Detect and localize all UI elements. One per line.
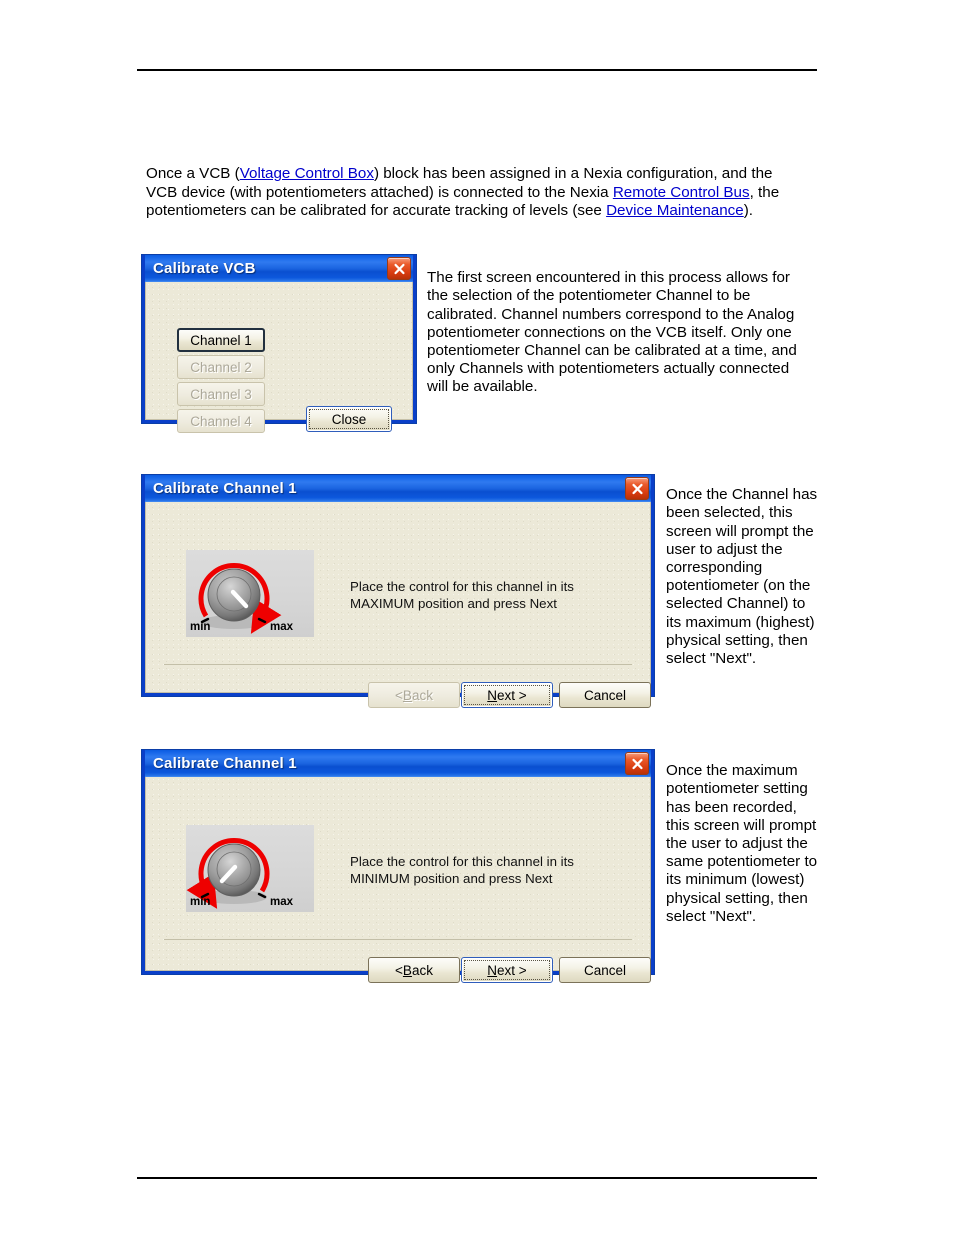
calibrate-channel-min-dialog: Calibrate Channel 1 min max Place the co… (141, 749, 655, 983)
footer-rule (137, 1177, 817, 1179)
cancel-button[interactable]: Cancel (559, 682, 651, 708)
knob-illustration-max: min max (186, 550, 314, 637)
dialog-body: Channel 1 Channel 2 Channel 3 Channel 4 … (145, 282, 413, 433)
titlebar[interactable]: Calibrate Channel 1 (145, 475, 651, 502)
dialog-title: Calibrate Channel 1 (153, 755, 297, 772)
close-button[interactable]: Close (306, 406, 392, 432)
intro-text-4: ). (743, 202, 753, 220)
calibrate-channel-max-dialog: Calibrate Channel 1 min max Place the co… (141, 474, 655, 708)
header-rule (137, 69, 817, 71)
note-calibrate-max: Once the Channel has been selected, this… (666, 486, 818, 668)
channel-2-button: Channel 2 (177, 355, 265, 379)
cancel-button[interactable]: Cancel (559, 957, 651, 983)
instruction-line-2: MINIMUM position and press Next (350, 871, 553, 886)
titlebar[interactable]: Calibrate VCB (145, 255, 413, 282)
dialog-title: Calibrate VCB (153, 260, 256, 277)
instruction-text-max: Place the control for this channel in it… (350, 578, 640, 612)
instruction-line-1: Place the control for this channel in it… (350, 579, 574, 594)
calibrate-vcb-dialog: Calibrate VCB Channel 1 Channel 2 Channe… (141, 254, 417, 433)
intro-paragraph: Once a VCB (Voltage Control Box) block h… (146, 165, 806, 221)
back-button[interactable]: < Back (368, 957, 460, 983)
button-row: < Back Next > Cancel (146, 957, 651, 985)
separator (164, 939, 632, 940)
svg-text:min: min (190, 896, 210, 908)
intro-text-1: Once a VCB ( (146, 165, 240, 183)
svg-text:min: min (190, 621, 210, 633)
knob-illustration-min: min max (186, 825, 314, 912)
instruction-line-2: MAXIMUM position and press Next (350, 596, 557, 611)
channel-3-button: Channel 3 (177, 382, 265, 406)
close-icon[interactable] (625, 477, 649, 500)
link-voltage-control-box[interactable]: Voltage Control Box (240, 165, 374, 182)
back-button: < Back (368, 682, 460, 708)
note-calibrate-min: Once the maximum potentiometer setting h… (666, 762, 818, 925)
button-row: < Back Next > Cancel (146, 682, 651, 710)
instruction-line-1: Place the control for this channel in it… (350, 854, 574, 869)
separator (164, 664, 632, 665)
channel-4-button: Channel 4 (177, 409, 265, 433)
svg-text:max: max (270, 621, 294, 633)
instruction-text-min: Place the control for this channel in it… (350, 853, 640, 887)
svg-text:max: max (270, 896, 294, 908)
dialog-title: Calibrate Channel 1 (153, 480, 297, 497)
next-button[interactable]: Next > (461, 682, 553, 708)
channel-1-button[interactable]: Channel 1 (177, 328, 265, 352)
close-icon[interactable] (625, 752, 649, 775)
dialog-body: min max Place the control for this chann… (145, 502, 651, 708)
note-calibrate-vcb: The first screen encountered in this pro… (427, 269, 797, 396)
close-icon[interactable] (387, 257, 411, 280)
titlebar[interactable]: Calibrate Channel 1 (145, 750, 651, 777)
next-button[interactable]: Next > (461, 957, 553, 983)
link-remote-control-bus[interactable]: Remote Control Bus (613, 184, 750, 201)
dialog-body: min max Place the control for this chann… (145, 777, 651, 983)
link-device-maintenance[interactable]: Device Maintenance (606, 202, 744, 219)
